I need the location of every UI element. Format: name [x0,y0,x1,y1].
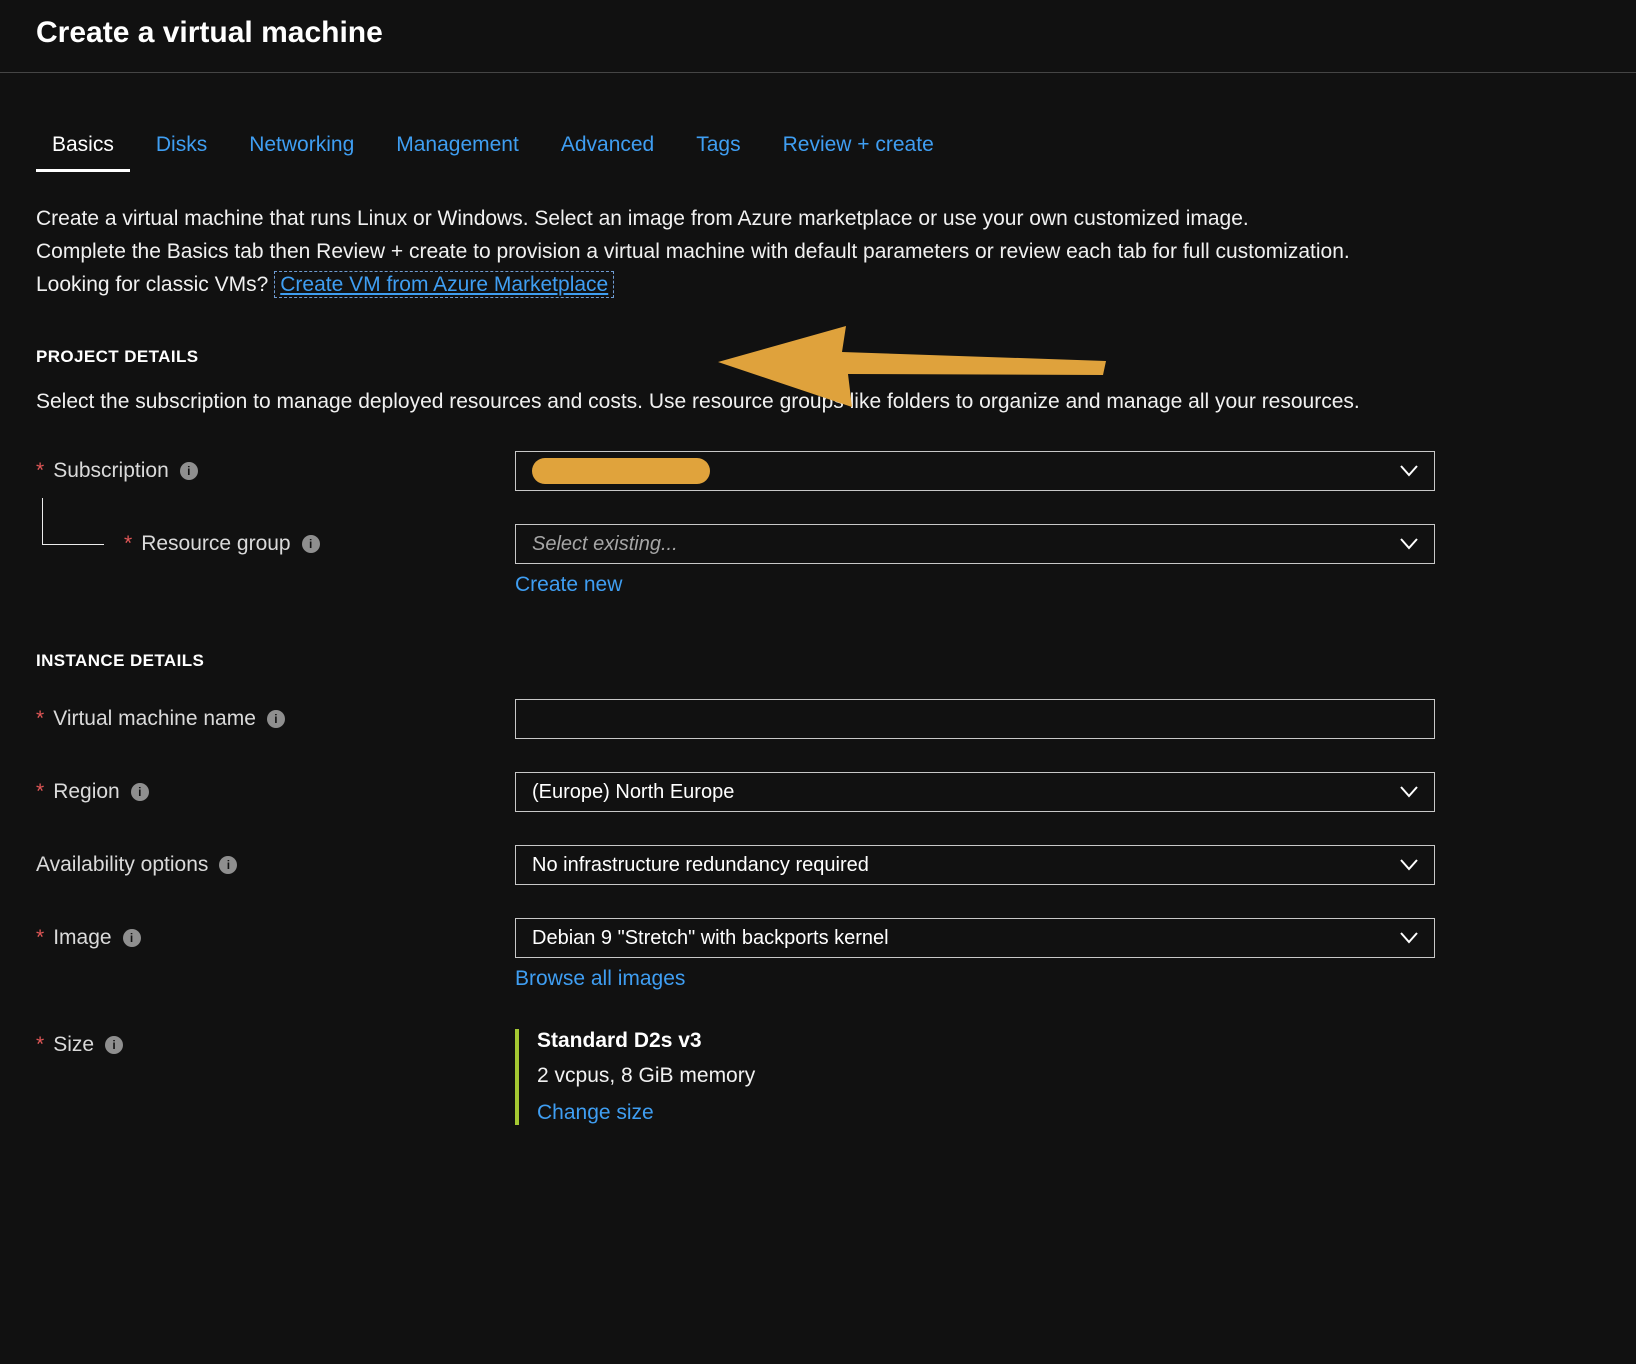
header-divider [0,72,1636,73]
region-value: (Europe) North Europe [532,781,734,804]
image-label: Image [53,926,111,950]
availability-field: No infrastructure redundancy required [515,845,1435,885]
tab-basics[interactable]: Basics [36,129,130,172]
resource-group-label: Resource group [141,532,290,556]
tab-management[interactable]: Management [380,129,535,172]
tree-connector [42,498,104,545]
subscription-field [515,451,1435,491]
availability-value: No infrastructure redundancy required [532,854,869,877]
chevron-down-icon [1400,465,1418,477]
region-label-group: * Region i [36,780,515,804]
resource-group-placeholder: Select existing... [532,533,678,556]
image-field: Debian 9 "Stretch" with backports kernel [515,918,1435,958]
tab-networking[interactable]: Networking [233,129,370,172]
size-field: Standard D2s v3 2 vcpus, 8 GiB memory Ch… [515,1029,1435,1125]
instance-details-heading: INSTANCE DETAILS [36,651,1600,671]
region-row: * Region i (Europe) North Europe [36,772,1600,812]
create-new-row: Create new [36,573,1600,597]
availability-label-group: Availability options i [36,853,515,877]
tab-bar: Basics Disks Networking Management Advan… [36,129,1600,172]
intro-paragraph-2: Complete the Basics tab then Review + cr… [36,235,1446,268]
image-label-group: * Image i [36,926,515,950]
browse-images-row: Browse all images [36,967,1600,991]
required-marker: * [36,707,44,731]
size-specs: 2 vcpus, 8 GiB memory [537,1064,1435,1088]
info-icon[interactable]: i [131,783,149,801]
required-marker: * [36,459,44,483]
resource-group-row: * Resource group i Select existing... [36,524,1600,564]
tab-disks[interactable]: Disks [140,129,223,172]
availability-row: Availability options i No infrastructure… [36,845,1600,885]
project-details-description: Select the subscription to manage deploy… [36,385,1446,418]
size-label-group: * Size i [36,1033,515,1057]
info-icon[interactable]: i [267,710,285,728]
classic-vm-prompt: Looking for classic VMs? [36,273,268,296]
project-details-heading: PROJECT DETAILS [36,347,1600,367]
info-icon[interactable]: i [302,535,320,553]
chevron-down-icon [1400,859,1418,871]
page-title: Create a virtual machine [36,16,1600,50]
image-row: * Image i Debian 9 "Stretch" with backpo… [36,918,1600,958]
subscription-label: Subscription [53,459,169,483]
main-content: Basics Disks Networking Management Advan… [0,129,1636,1125]
size-row: * Size i Standard D2s v3 2 vcpus, 8 GiB … [36,1029,1600,1125]
redaction-blob [532,458,710,484]
vm-name-input[interactable] [515,699,1435,739]
required-marker: * [124,532,132,556]
create-new-link[interactable]: Create new [515,573,622,597]
resource-group-dropdown[interactable]: Select existing... [515,524,1435,564]
chevron-down-icon [1400,932,1418,944]
size-name: Standard D2s v3 [537,1029,1435,1053]
required-marker: * [36,1033,44,1057]
vm-name-row: * Virtual machine name i [36,699,1600,739]
change-size-link[interactable]: Change size [537,1101,654,1125]
region-field: (Europe) North Europe [515,772,1435,812]
tab-tags[interactable]: Tags [680,129,756,172]
resource-group-field: Select existing... [515,524,1435,564]
tab-review-create[interactable]: Review + create [767,129,950,172]
info-icon[interactable]: i [105,1036,123,1054]
image-dropdown[interactable]: Debian 9 "Stretch" with backports kernel [515,918,1435,958]
image-value: Debian 9 "Stretch" with backports kernel [532,927,889,950]
page-header: Create a virtual machine [0,0,1636,72]
size-label: Size [53,1033,94,1057]
intro-paragraph-1: Create a virtual machine that runs Linux… [36,202,1446,235]
required-marker: * [36,926,44,950]
tab-advanced[interactable]: Advanced [545,129,670,172]
availability-dropdown[interactable]: No infrastructure redundancy required [515,845,1435,885]
region-label: Region [53,780,120,804]
subscription-dropdown[interactable] [515,451,1435,491]
required-marker: * [36,780,44,804]
size-summary-block: Standard D2s v3 2 vcpus, 8 GiB memory Ch… [515,1029,1435,1125]
intro-text: Create a virtual machine that runs Linux… [36,202,1446,301]
subscription-row: * Subscription i [36,451,1600,491]
create-vm-marketplace-link[interactable]: Create VM from Azure Marketplace [274,271,614,298]
vm-name-label-group: * Virtual machine name i [36,707,515,731]
region-dropdown[interactable]: (Europe) North Europe [515,772,1435,812]
browse-all-images-link[interactable]: Browse all images [515,967,685,991]
vm-name-label: Virtual machine name [53,707,256,731]
classic-vm-line: Looking for classic VMs? Create VM from A… [36,268,1446,301]
info-icon[interactable]: i [123,929,141,947]
chevron-down-icon [1400,786,1418,798]
info-icon[interactable]: i [219,856,237,874]
resource-group-label-group: * Resource group i [36,532,515,556]
vm-name-field [515,699,1435,739]
availability-label: Availability options [36,853,208,877]
subscription-label-group: * Subscription i [36,459,515,483]
info-icon[interactable]: i [180,462,198,480]
chevron-down-icon [1400,538,1418,550]
